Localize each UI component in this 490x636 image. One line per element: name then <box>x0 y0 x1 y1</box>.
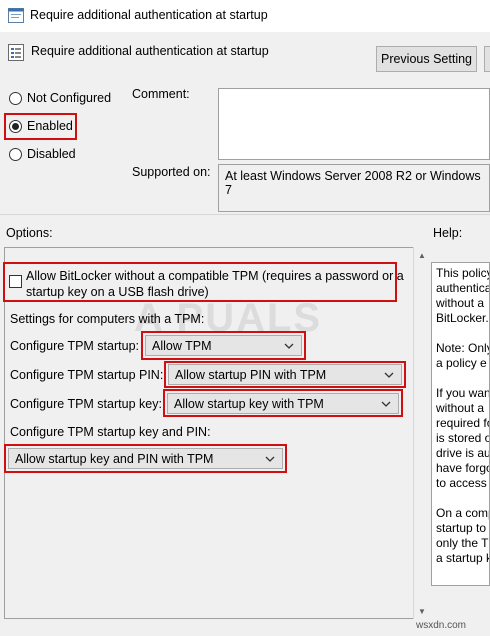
help-text-line: BitLocker. <box>436 311 489 325</box>
help-text-line: a startup k <box>436 551 490 565</box>
tpm-startup-key-label: Configure TPM startup key: <box>10 397 162 411</box>
radio-button[interactable] <box>9 91 22 105</box>
tpm-startup-value: Allow TPM <box>152 338 212 353</box>
options-label: Options: <box>6 226 53 240</box>
help-text-line: On a comp <box>436 506 490 520</box>
help-text-line: without a <box>436 401 485 415</box>
next-setting-button[interactable] <box>484 46 490 72</box>
tpm-startup-key-value: Allow startup key with TPM <box>174 396 324 411</box>
help-text-line <box>436 326 489 341</box>
help-text-line: startup to <box>436 521 487 535</box>
help-text-line: without a <box>436 296 485 310</box>
scroll-up-arrow-icon[interactable]: ▲ <box>414 247 430 263</box>
help-text-line: This policy <box>436 266 490 280</box>
radio-not-configured[interactable]: Not Configured <box>9 91 111 105</box>
policy-setting-icon <box>8 44 24 61</box>
comment-label: Comment: <box>132 87 190 101</box>
help-text-line <box>436 491 489 506</box>
supported-on-value: At least Windows Server 2008 R2 or Windo… <box>218 164 490 212</box>
tpm-key-and-pin-dropdown[interactable]: Allow startup key and PIN with TPM <box>8 448 283 469</box>
chevron-down-icon <box>284 343 294 349</box>
scroll-down-arrow-icon[interactable]: ▼ <box>414 603 430 619</box>
help-text-line: required fo <box>436 416 490 430</box>
tpm-key-and-pin-label: Configure TPM startup key and PIN: <box>10 425 211 439</box>
radio-label-enabled: Enabled <box>27 119 73 133</box>
previous-setting-button[interactable]: Previous Setting <box>376 46 477 72</box>
chevron-down-icon <box>265 456 275 462</box>
help-text-line: a policy e <box>436 356 487 370</box>
footer-watermark: wsxdn.com <box>416 620 467 631</box>
help-text-line <box>436 371 489 386</box>
help-text-line: drive is au <box>436 446 490 460</box>
help-text-line: only the T <box>436 536 489 550</box>
help-text-line: If you wan <box>436 386 490 400</box>
policy-name-heading: Require additional authentication at sta… <box>31 44 269 58</box>
window-title: Require additional authentication at sta… <box>30 8 268 22</box>
supported-on-label: Supported on: <box>132 165 211 179</box>
help-text-line: is stored o <box>436 431 490 445</box>
tpm-key-and-pin-value: Allow startup key and PIN with TPM <box>15 451 214 466</box>
options-scrollbar[interactable]: ▲ ▼ <box>413 247 429 619</box>
radio-disabled[interactable]: Disabled <box>9 147 76 161</box>
tpm-startup-label: Configure TPM startup: <box>10 339 139 353</box>
policy-window-icon <box>8 8 24 23</box>
tpm-settings-label: Settings for computers with a TPM: <box>10 312 205 326</box>
tpm-startup-pin-value: Allow startup PIN with TPM <box>175 367 327 382</box>
chevron-down-icon <box>381 401 391 407</box>
radio-enabled[interactable]: Enabled <box>9 119 73 133</box>
help-text-line: Note: Only <box>436 341 490 355</box>
help-text-line: authentica <box>436 281 490 295</box>
allow-bitlocker-label: Allow BitLocker without a compatible TPM… <box>26 269 404 299</box>
radio-label-disabled: Disabled <box>27 147 76 161</box>
allow-bitlocker-checkbox[interactable] <box>9 275 22 288</box>
separator <box>0 214 490 215</box>
tpm-startup-dropdown[interactable]: Allow TPM <box>145 335 302 356</box>
tpm-startup-pin-label: Configure TPM startup PIN: <box>10 368 164 382</box>
tpm-startup-key-dropdown[interactable]: Allow startup key with TPM <box>167 393 399 414</box>
help-text-line: to access t <box>436 476 490 490</box>
radio-button[interactable] <box>9 147 22 161</box>
help-text-line: have forgo <box>436 461 490 475</box>
help-text: This policy authentica without a BitLocker.… <box>436 266 489 566</box>
radio-label-not-configured: Not Configured <box>27 91 112 105</box>
radio-button-selected[interactable] <box>9 119 22 133</box>
tpm-startup-pin-dropdown[interactable]: Allow startup PIN with TPM <box>168 364 402 385</box>
comment-textarea[interactable] <box>218 88 490 160</box>
help-label: Help: <box>433 226 463 240</box>
title-bar: Require additional authentication at sta… <box>0 0 490 32</box>
help-text-panel: This policy authentica without a BitLocker.… <box>431 262 490 586</box>
chevron-down-icon <box>384 372 394 378</box>
